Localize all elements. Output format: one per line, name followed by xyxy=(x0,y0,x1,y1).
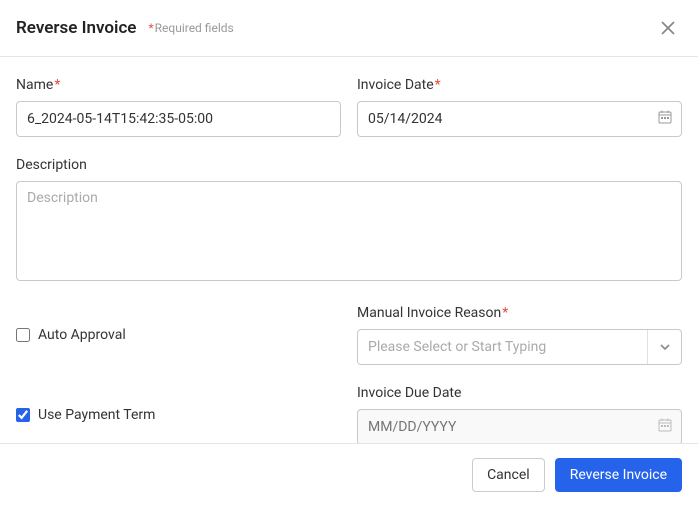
manual-reason-placeholder: Please Select or Start Typing xyxy=(368,339,647,355)
use-payment-term-checkbox[interactable] xyxy=(16,408,30,422)
auto-approval-checkbox[interactable] xyxy=(16,328,30,342)
description-label: Description xyxy=(16,157,682,173)
chevron-down-icon xyxy=(647,330,681,364)
required-fields-hint: *Required fields xyxy=(148,21,233,35)
use-payment-term-label[interactable]: Use Payment Term xyxy=(38,407,155,423)
invoice-date-label: Invoice Date* xyxy=(357,77,682,93)
close-icon xyxy=(661,21,675,35)
invoice-due-date-label: Invoice Due Date xyxy=(357,385,682,401)
reverse-invoice-button[interactable]: Reverse Invoice xyxy=(555,458,682,492)
name-input[interactable] xyxy=(16,101,341,137)
modal-title: Reverse Invoice xyxy=(16,18,136,38)
name-label: Name* xyxy=(16,77,341,93)
invoice-due-date-input xyxy=(357,409,682,445)
auto-approval-label[interactable]: Auto Approval xyxy=(38,327,126,343)
invoice-date-input[interactable] xyxy=(357,101,682,137)
cancel-button[interactable]: Cancel xyxy=(472,458,545,492)
manual-reason-label: Manual Invoice Reason* xyxy=(357,305,682,321)
description-input[interactable] xyxy=(16,181,682,281)
close-button[interactable] xyxy=(658,18,678,38)
manual-reason-select[interactable]: Please Select or Start Typing xyxy=(357,329,682,365)
